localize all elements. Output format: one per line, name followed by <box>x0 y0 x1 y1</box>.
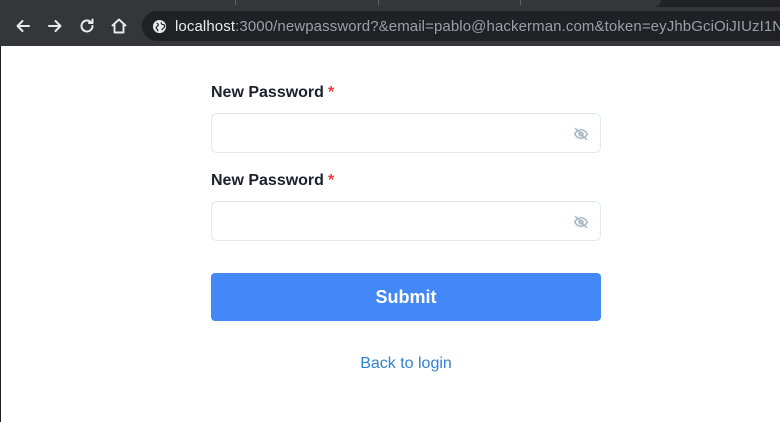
home-button[interactable] <box>104 11 134 41</box>
tab-strip <box>0 0 780 7</box>
required-indicator: * <box>327 84 335 101</box>
new-password-label: New Password * <box>211 84 334 102</box>
home-icon <box>111 18 127 34</box>
new-password-field[interactable] <box>211 113 601 153</box>
confirm-password-label-text: New Password <box>211 172 324 189</box>
tab-divider <box>520 0 521 5</box>
url-text[interactable]: localhost:3000/newpassword?&email=pablo@… <box>175 18 780 35</box>
tab-divider <box>235 0 236 5</box>
reload-button[interactable] <box>72 11 102 41</box>
confirm-password-input[interactable] <box>212 202 576 240</box>
site-info-button[interactable] <box>151 18 167 34</box>
back-to-login-link[interactable]: Back to login <box>211 355 601 373</box>
active-tab-edge[interactable] <box>0 0 661 7</box>
browser-toolbar: localhost:3000/newpassword?&email=pablo@… <box>0 7 780 46</box>
url-host: localhost <box>175 17 236 35</box>
confirm-password-field[interactable] <box>211 201 601 241</box>
back-arrow-icon <box>16 20 30 32</box>
browser-chrome: localhost:3000/newpassword?&email=pablo@… <box>0 0 780 46</box>
forward-arrow-icon <box>48 20 62 32</box>
required-indicator: * <box>327 172 335 189</box>
eye-off-icon <box>573 127 589 141</box>
toggle-visibility-button[interactable] <box>572 125 590 143</box>
new-password-input[interactable] <box>212 114 576 152</box>
forward-button[interactable] <box>40 11 70 41</box>
new-password-label-text: New Password <box>211 84 324 101</box>
url-path: :3000/newpassword?&email=pablo@hackerman… <box>235 17 780 35</box>
eye-off-icon <box>573 215 589 229</box>
reload-icon <box>80 18 94 33</box>
toggle-visibility-button[interactable] <box>572 213 590 231</box>
address-bar[interactable]: localhost:3000/newpassword?&email=pablo@… <box>142 11 780 41</box>
submit-button[interactable]: Submit <box>211 273 601 321</box>
back-button[interactable] <box>8 11 38 41</box>
page-content: New Password * New Password * Submit Bac… <box>0 46 780 422</box>
tab-divider <box>378 0 379 5</box>
site-info-globe-icon <box>152 19 166 33</box>
confirm-password-label: New Password * <box>211 172 334 190</box>
